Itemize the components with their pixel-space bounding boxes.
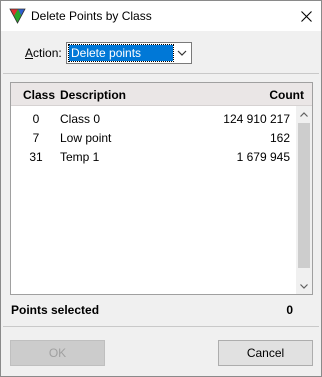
header-count[interactable]: Count bbox=[269, 88, 304, 102]
points-selected-label: Points selected bbox=[11, 303, 100, 317]
divider bbox=[3, 73, 319, 74]
points-selected-value: 0 bbox=[286, 303, 293, 317]
row-description: Temp 1 bbox=[60, 150, 100, 164]
close-icon bbox=[300, 10, 312, 22]
vertical-scrollbar[interactable] bbox=[296, 106, 312, 294]
row-class: 31 bbox=[29, 150, 43, 164]
scroll-up-button[interactable] bbox=[296, 106, 312, 122]
action-label: Action: bbox=[25, 46, 62, 60]
list-header: Class Description Count bbox=[11, 83, 312, 106]
app-icon bbox=[9, 8, 26, 24]
action-selected-value: Delete points bbox=[68, 44, 174, 62]
chevron-down-icon bbox=[300, 283, 308, 289]
close-button[interactable] bbox=[291, 1, 321, 31]
scroll-thumb[interactable] bbox=[298, 123, 310, 268]
action-select[interactable]: Delete points bbox=[66, 42, 192, 64]
window-title: Delete Points by Class bbox=[31, 9, 152, 23]
class-list[interactable]: Class Description Count 0 Class 0 124 91… bbox=[10, 82, 313, 295]
table-row[interactable]: 7 Low point 162 bbox=[11, 129, 298, 148]
table-row[interactable]: 0 Class 0 124 910 217 bbox=[11, 110, 298, 129]
row-description: Low point bbox=[60, 131, 112, 145]
scroll-down-button[interactable] bbox=[296, 278, 312, 294]
row-class: 0 bbox=[32, 112, 40, 126]
header-description[interactable]: Description bbox=[60, 88, 126, 102]
dialog-window: Delete Points by Class Action: Delete po… bbox=[0, 0, 322, 377]
table-row[interactable]: 31 Temp 1 1 679 945 bbox=[11, 148, 298, 167]
cancel-button[interactable]: Cancel bbox=[218, 340, 313, 366]
title-bar: Delete Points by Class bbox=[1, 1, 321, 31]
ok-button[interactable]: OK bbox=[10, 340, 105, 366]
row-count: 1 679 945 bbox=[236, 150, 290, 164]
divider bbox=[3, 326, 319, 327]
row-count: 124 910 217 bbox=[223, 112, 290, 126]
row-description: Class 0 bbox=[60, 112, 101, 126]
row-class: 7 bbox=[32, 131, 40, 145]
row-count: 162 bbox=[269, 131, 290, 145]
action-label-rest: ction: bbox=[33, 46, 62, 60]
chevron-up-icon bbox=[300, 111, 308, 117]
header-class[interactable]: Class bbox=[23, 88, 55, 102]
chevron-down-icon bbox=[177, 50, 187, 56]
action-label-accel: A bbox=[25, 46, 34, 60]
